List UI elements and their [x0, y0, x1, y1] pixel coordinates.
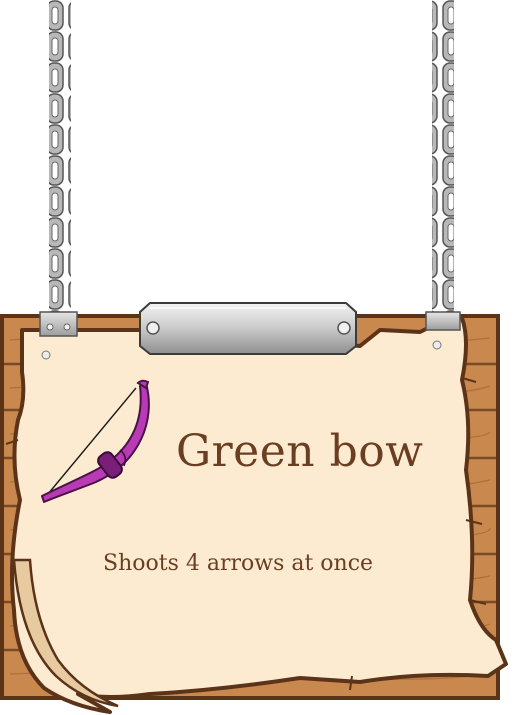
right-bracket — [425, 311, 461, 331]
left-chain — [49, 0, 71, 313]
left-bracket — [39, 311, 78, 337]
metal-plate — [139, 302, 357, 355]
hanging-sign — [0, 0, 508, 714]
nail-left — [41, 350, 51, 360]
right-chain — [432, 0, 454, 313]
nail-right — [432, 340, 442, 350]
parchment — [5, 316, 508, 714]
item-name: Green bow — [176, 426, 424, 477]
item-description: Shoots 4 arrows at once — [103, 551, 374, 576]
